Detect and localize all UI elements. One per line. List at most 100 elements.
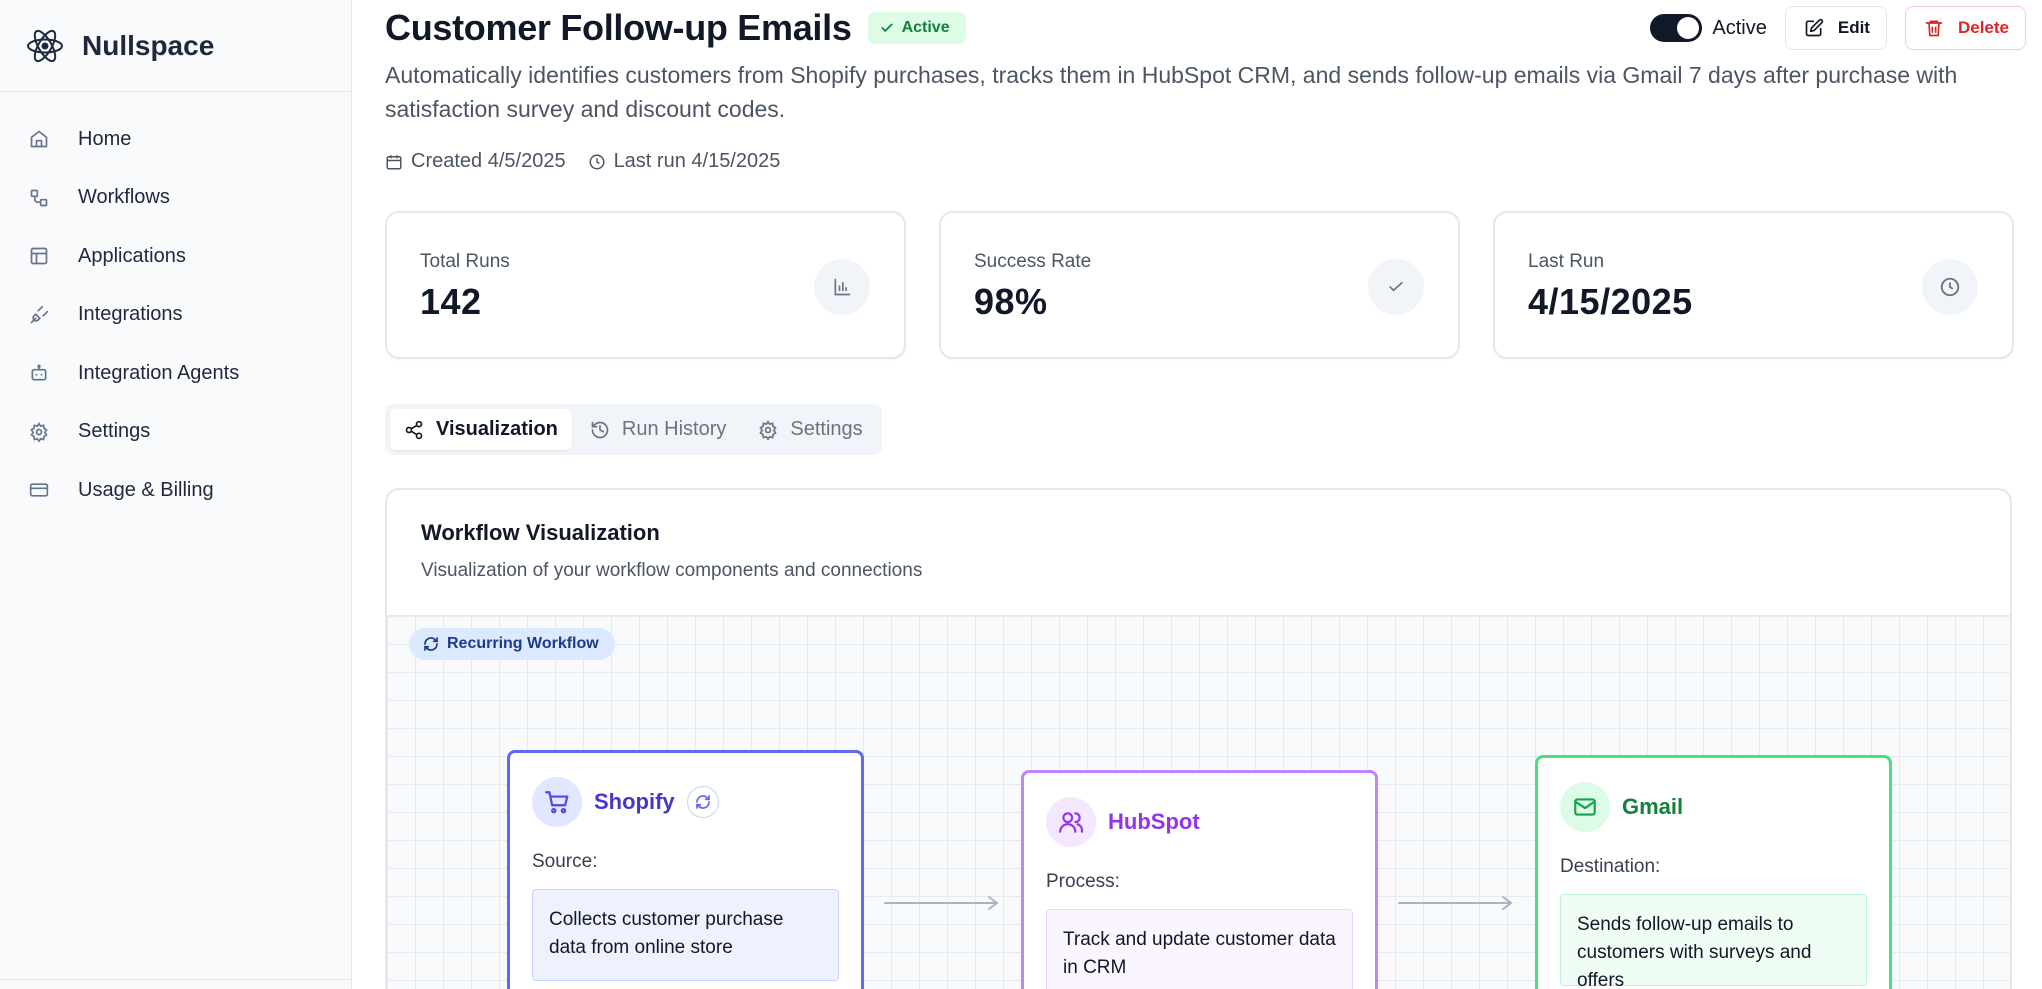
- sidebar-footer: [0, 979, 352, 989]
- panel-title: Workflow Visualization: [421, 520, 660, 545]
- mail-icon: [1560, 782, 1610, 832]
- active-toggle[interactable]: [1650, 14, 1703, 42]
- recurring-workflow-label: Recurring Workflow: [447, 635, 599, 652]
- node-role: Process:: [1046, 871, 1120, 892]
- tab-label: Settings: [790, 418, 863, 440]
- refresh-icon[interactable]: [686, 786, 719, 818]
- tab-label: Visualization: [436, 418, 558, 440]
- node-description: Collects customer purchase data from onl…: [532, 889, 839, 981]
- bar-chart-icon: [814, 259, 870, 315]
- stat-label: Success Rate: [974, 251, 1092, 272]
- node-shopify[interactable]: Shopify Source: Collects customer purcha…: [507, 750, 864, 989]
- stats-row: Total Runs 142 Success Rate 98% Last Run…: [385, 211, 2014, 359]
- sidebar-item-home[interactable]: Home: [0, 110, 351, 169]
- workflow-icon: [28, 187, 50, 209]
- main-content: Customer Follow-up Emails Active Active …: [353, 0, 2042, 989]
- layout-icon: [28, 245, 50, 267]
- trash-icon: [1925, 20, 1943, 37]
- stat-card-success-rate: Success Rate 98%: [939, 211, 1460, 359]
- last-run-date: Last run 4/15/2025: [588, 150, 781, 173]
- connector-arrow: [883, 895, 1001, 911]
- toggle-label: Active: [1712, 16, 1767, 39]
- created-date-text: Created 4/5/2025: [411, 150, 566, 172]
- last-run-date-text: Last run 4/15/2025: [613, 150, 781, 172]
- share-icon: [405, 420, 423, 439]
- page-title: Customer Follow-up Emails: [385, 7, 852, 48]
- panel-header: Workflow Visualization Visualization of …: [387, 490, 2010, 616]
- workflow-canvas[interactable]: Recurring Workflow Shopify Source: Colle…: [387, 616, 2010, 989]
- stat-value: 4/15/2025: [1528, 281, 1693, 322]
- node-gmail[interactable]: Gmail Destination: Sends follow-up email…: [1535, 755, 1892, 989]
- header-actions: Active Edit Delete: [1650, 6, 2026, 50]
- sidebar-item-settings[interactable]: Settings: [0, 403, 351, 462]
- sidebar-item-label: Integrations: [78, 303, 183, 326]
- bot-icon: [28, 362, 50, 384]
- sidebar-item-label: Applications: [78, 244, 186, 267]
- edit-icon: [1805, 18, 1824, 37]
- tab-label: Run History: [621, 418, 727, 440]
- clock-icon: [589, 154, 605, 169]
- sidebar-item-label: Settings: [78, 420, 151, 443]
- sidebar-item-label: Integration Agents: [78, 361, 240, 384]
- atom-logo-icon: [24, 25, 66, 67]
- sidebar-item-label: Usage & Billing: [78, 478, 214, 501]
- tab-run-history[interactable]: Run History: [576, 409, 740, 450]
- toggle-knob: [1677, 17, 1700, 39]
- refresh-icon: [424, 637, 438, 651]
- node-name: Shopify: [594, 789, 675, 814]
- tab-visualization[interactable]: Visualization: [390, 409, 572, 450]
- check-icon: [1368, 259, 1424, 315]
- node-role: Destination:: [1560, 856, 1661, 877]
- plug-icon: [28, 304, 50, 326]
- workflow-visualization-panel: Workflow Visualization Visualization of …: [385, 488, 2012, 989]
- panel-subtitle: Visualization of your workflow component…: [421, 560, 923, 581]
- users-icon: [1046, 797, 1096, 847]
- stat-card-total-runs: Total Runs 142: [385, 211, 906, 359]
- workflow-description: Automatically identifies customers from …: [385, 62, 1958, 122]
- sidebar-item-workflows[interactable]: Workflows: [0, 169, 351, 228]
- delete-button[interactable]: Delete: [1904, 6, 2026, 50]
- tab-settings[interactable]: Settings: [744, 409, 876, 450]
- edit-button-label: Edit: [1837, 18, 1870, 37]
- sidebar: Nullspace Home Workflows Applications In…: [0, 0, 352, 989]
- clock-icon: [1922, 259, 1978, 315]
- node-name: HubSpot: [1108, 809, 1200, 834]
- stat-label: Total Runs: [420, 251, 510, 272]
- check-icon: [881, 23, 893, 33]
- sidebar-item-label: Workflows: [78, 186, 170, 209]
- recurring-workflow-chip: Recurring Workflow: [409, 628, 615, 660]
- sidebar-item-usage-billing[interactable]: Usage & Billing: [0, 461, 351, 520]
- workflow-meta: Created 4/5/2025 Last run 4/15/2025: [385, 150, 802, 173]
- node-description: Sends follow-up emails to customers with…: [1560, 894, 1867, 989]
- gear-icon: [28, 421, 50, 443]
- node-header: Shopify: [510, 753, 861, 829]
- sidebar-item-applications[interactable]: Applications: [0, 227, 351, 286]
- node-header: HubSpot: [1024, 773, 1375, 849]
- status-badge-label: Active: [901, 19, 950, 36]
- node-role: Source:: [532, 851, 598, 872]
- node-description: Track and update customer data in CRM: [1046, 909, 1353, 989]
- home-icon: [28, 128, 50, 150]
- edit-button[interactable]: Edit: [1784, 6, 1887, 50]
- history-icon: [591, 421, 609, 438]
- sidebar-item-integration-agents[interactable]: Integration Agents: [0, 344, 351, 403]
- node-hubspot[interactable]: HubSpot Process: Track and update custom…: [1021, 770, 1378, 989]
- node-name: Gmail: [1622, 794, 1684, 819]
- calendar-icon: [386, 154, 402, 169]
- brand-name: Nullspace: [82, 29, 215, 61]
- cart-icon: [532, 777, 582, 827]
- tab-list: Visualization Run History Settings: [385, 404, 882, 455]
- stat-card-last-run: Last Run 4/15/2025: [1493, 211, 2014, 359]
- stat-value: 98%: [974, 281, 1048, 322]
- sidebar-item-integrations[interactable]: Integrations: [0, 286, 351, 345]
- stat-label: Last Run: [1528, 251, 1605, 272]
- credit-card-icon: [28, 479, 50, 501]
- brand[interactable]: Nullspace: [0, 0, 351, 92]
- connector-arrow: [1397, 895, 1515, 911]
- node-header: Gmail: [1538, 758, 1889, 834]
- status-badge: Active: [867, 12, 966, 44]
- sidebar-item-label: Home: [78, 127, 132, 150]
- gear-icon: [759, 419, 778, 440]
- sidebar-nav: Home Workflows Applications Integrations…: [0, 92, 351, 520]
- stat-value: 142: [420, 281, 482, 322]
